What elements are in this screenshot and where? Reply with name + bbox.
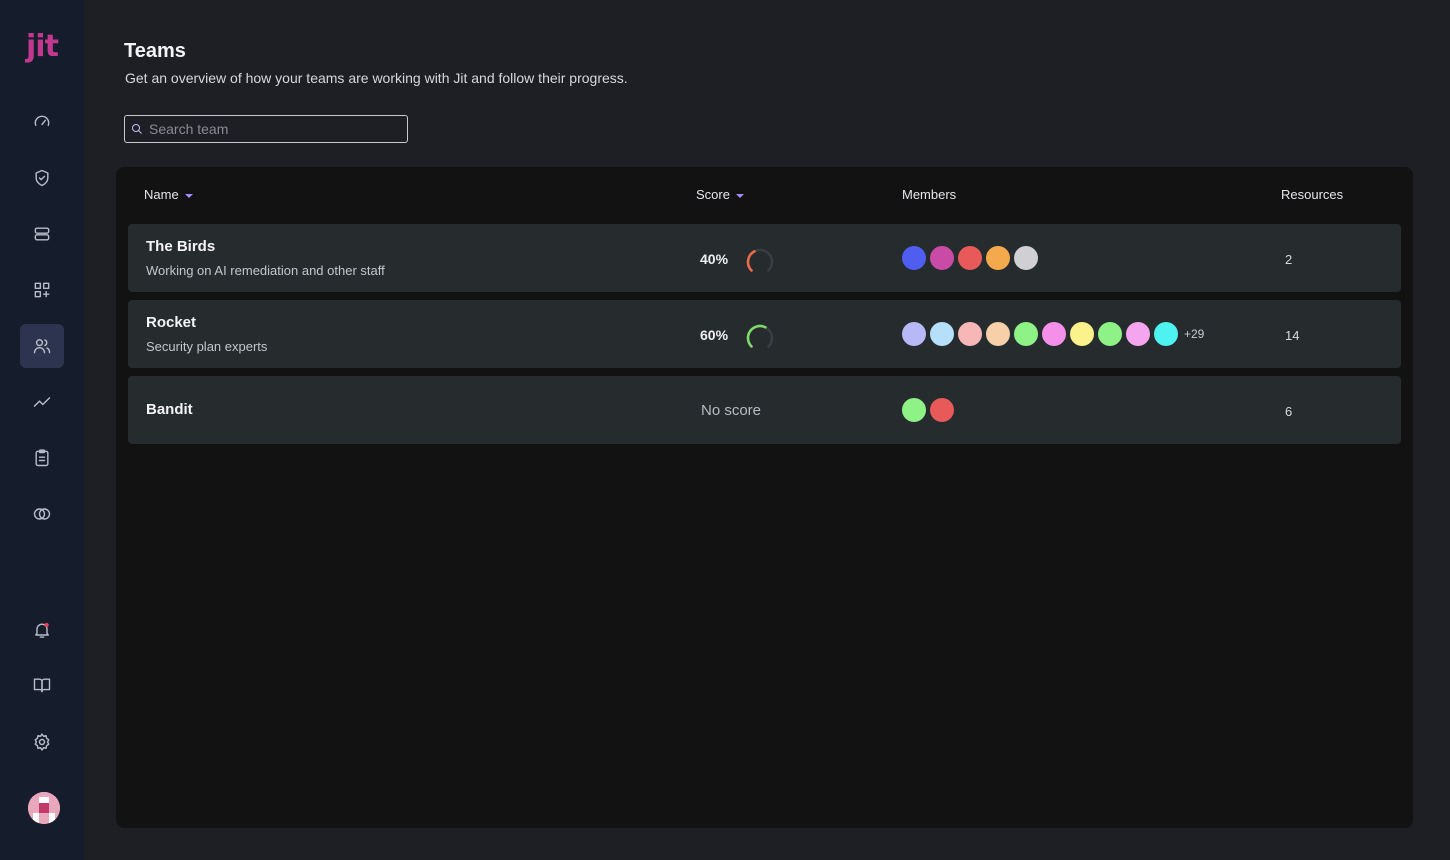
member-avatar[interactable] [930,322,954,346]
column-header-label: Resources [1281,187,1344,202]
column-header-name[interactable]: Name [144,187,193,202]
resources-count: 14 [1285,328,1300,343]
sidebar-item-settings[interactable] [20,720,64,764]
member-avatar[interactable] [986,322,1010,346]
page-title: Teams [124,40,186,62]
column-header-resources: Resources [1281,187,1343,202]
members-avatars [902,246,1042,270]
table-row[interactable]: Bandit No score 6 [128,376,1401,444]
clipboard-icon [35,449,49,467]
members-avatars: +29 [902,322,1204,346]
sidebar-item-teams[interactable] [20,324,64,368]
member-avatar[interactable] [930,246,954,270]
gauge-fill [746,250,756,272]
score-gauge [746,324,774,348]
member-avatar[interactable] [1014,246,1038,270]
rings-icon [33,508,51,520]
member-avatar[interactable] [902,322,926,346]
more-members-count[interactable]: +29 [1184,327,1204,341]
member-avatar[interactable] [930,398,954,422]
member-avatar[interactable] [1154,322,1178,346]
speedometer-icon [34,115,50,127]
members-avatars [902,398,958,422]
trend-icon [33,397,51,407]
member-avatar[interactable] [1098,322,1122,346]
sidebar-item-resources[interactable] [20,212,64,256]
member-avatar[interactable] [1126,322,1150,346]
sidebar-item-docs[interactable] [20,663,64,707]
sidebar-item-dashboard[interactable] [20,100,64,144]
team-description: Working on AI remediation and other staf… [146,263,385,278]
stack-icon [34,227,50,241]
column-header-score[interactable]: Score [696,187,744,202]
member-avatar[interactable] [1070,322,1094,346]
team-name[interactable]: Rocket [146,314,196,331]
member-avatar[interactable] [1042,322,1066,346]
page-subtitle: Get an overview of how your teams are wo… [125,70,628,86]
member-avatar[interactable] [958,246,982,270]
team-description: Security plan experts [146,339,268,354]
resources-count: 2 [1285,252,1293,267]
column-header-label: Score [696,187,730,202]
bell-icon [35,622,49,638]
member-avatar[interactable] [958,322,982,346]
sidebar-item-security[interactable] [20,156,64,200]
search-icon [132,124,142,134]
column-header-members: Members [902,187,956,202]
sort-down-icon [184,193,193,198]
book-icon [33,678,51,693]
sidebar-item-compliance[interactable] [20,492,64,536]
gauge-fill [746,324,767,348]
gear-icon [34,733,50,751]
table-row[interactable]: The Birds Working on AI remediation and … [128,224,1401,292]
users-icon [33,339,51,354]
score-gauge [746,248,774,272]
member-avatar[interactable] [1014,322,1038,346]
user-avatar[interactable] [28,792,60,824]
member-avatar[interactable] [986,246,1010,270]
sidebar: jit [0,0,84,860]
search-box[interactable] [124,115,408,143]
sidebar-item-notifications[interactable] [20,608,64,652]
team-name[interactable]: Bandit [146,401,193,418]
sidebar-item-integrations[interactable] [20,268,64,312]
apps-add-icon [34,282,50,298]
search-input[interactable] [149,121,399,137]
sidebar-item-insights[interactable] [20,380,64,424]
team-name[interactable]: The Birds [146,238,215,255]
table-row[interactable]: Rocket Security plan experts 60% +29 14 [128,300,1401,368]
column-header-label: Name [144,187,179,202]
shield-check-icon [35,169,49,187]
teams-table: Name Score Members Resources The Birds W… [116,167,1413,828]
column-header-label: Members [902,187,957,202]
member-avatar[interactable] [902,246,926,270]
jit-logo[interactable]: jit [26,30,60,66]
score-value: 60% [700,327,729,343]
score-value: 40% [700,251,729,267]
resources-count: 6 [1285,404,1293,419]
score-value: No score [701,402,762,419]
sidebar-item-reports[interactable] [20,436,64,480]
member-avatar[interactable] [902,398,926,422]
sort-down-icon [735,193,744,198]
